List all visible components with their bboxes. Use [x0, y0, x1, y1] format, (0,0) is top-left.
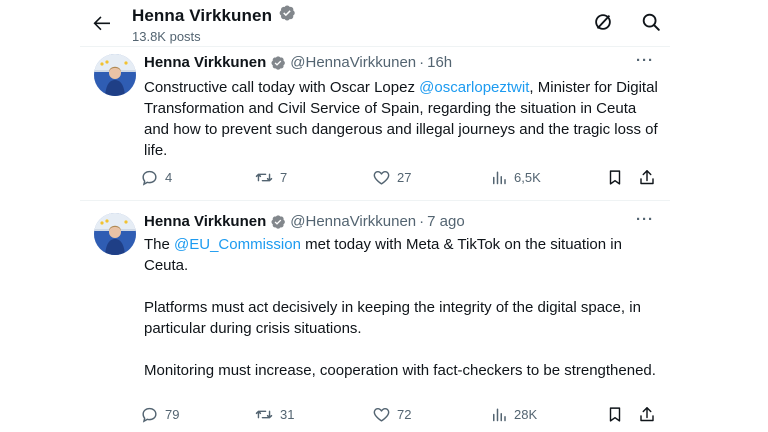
reply-icon	[140, 168, 159, 187]
views-button[interactable]: 6,5K	[490, 168, 541, 187]
like-button[interactable]: 27	[372, 168, 411, 187]
reply-icon	[140, 405, 159, 424]
view-count: 6,5K	[514, 170, 541, 185]
share-button[interactable]	[638, 405, 656, 424]
search-icon[interactable]	[640, 11, 662, 33]
reply-count: 4	[165, 170, 173, 185]
heart-icon	[372, 405, 391, 424]
post-count: 13.8K posts	[132, 29, 201, 44]
like-count: 72	[397, 407, 412, 422]
tweet-actions: 4 7 27 6,5K	[140, 168, 660, 190]
tweet-text-part: The	[144, 236, 175, 253]
mention-link[interactable]: @EU_Commission	[174, 236, 301, 253]
heart-icon	[372, 168, 391, 187]
repost-button[interactable]: 7	[254, 168, 287, 187]
tweet[interactable]: Henna Virkkunen @HennaVirkkunen · 7 ago …	[80, 201, 670, 432]
bookmark-icon	[606, 168, 624, 187]
tweet-header: Henna Virkkunen @HennaVirkkunen · 7 ago	[144, 213, 465, 230]
back-arrow-icon[interactable]	[90, 11, 114, 35]
circle-slash-icon[interactable]	[592, 11, 614, 33]
author-name[interactable]: Henna Virkkunen	[144, 213, 266, 230]
bookmark-button[interactable]	[606, 168, 624, 187]
tweet-paragraph: Platforms must act decisively in keeping…	[144, 299, 641, 337]
share-button[interactable]	[638, 168, 656, 187]
more-options-icon[interactable]: ···	[636, 52, 654, 69]
repost-count: 31	[280, 407, 295, 422]
reply-button[interactable]: 4	[140, 168, 172, 187]
page-title: Henna Virkkunen	[132, 5, 273, 25]
repost-count: 7	[280, 170, 288, 185]
separator-dot: ·	[419, 54, 425, 71]
share-icon	[638, 168, 656, 187]
like-button[interactable]: 72	[372, 405, 411, 424]
profile-header: Henna Virkkunen 13.8K posts	[0, 0, 768, 44]
tweet-text-part: Constructive call today with Oscar Lopez	[144, 79, 420, 96]
view-count: 28K	[514, 407, 538, 422]
author-handle[interactable]: @HennaVirkkunen	[290, 213, 416, 230]
tweet[interactable]: Henna Virkkunen @HennaVirkkunen · 16h ··…	[80, 47, 670, 199]
avatar[interactable]	[94, 54, 136, 96]
author-name[interactable]: Henna Virkkunen	[144, 54, 266, 71]
reply-button[interactable]: 79	[140, 405, 179, 424]
more-options-icon[interactable]: ···	[636, 211, 654, 228]
repost-button[interactable]: 31	[254, 405, 294, 424]
header-title-block: Henna Virkkunen 13.8K posts	[132, 4, 296, 44]
bookmark-button[interactable]	[606, 405, 624, 424]
author-handle[interactable]: @HennaVirkkunen	[290, 54, 416, 71]
mention-link[interactable]: @oscarlopeztwit	[419, 79, 529, 96]
repost-icon	[254, 168, 274, 187]
bookmark-icon	[606, 405, 624, 424]
share-icon	[638, 405, 656, 424]
tweet-text: The @EU_Commission met today with Meta &…	[144, 234, 664, 381]
verified-badge-icon	[270, 55, 286, 71]
separator-dot: ·	[419, 213, 425, 230]
timestamp[interactable]: 16h	[427, 54, 452, 71]
repost-icon	[254, 405, 274, 424]
avatar[interactable]	[94, 213, 136, 255]
views-icon	[490, 168, 508, 187]
views-button[interactable]: 28K	[490, 405, 537, 424]
timestamp[interactable]: 7 ago	[427, 213, 465, 230]
tweet-actions: 79 31 72 28K	[140, 405, 660, 427]
like-count: 27	[397, 170, 412, 185]
reply-count: 79	[165, 407, 180, 422]
tweet-paragraph: Monitoring must increase, cooperation wi…	[144, 362, 656, 379]
verified-badge-icon	[278, 4, 296, 27]
tweet-text: Constructive call today with Oscar Lopez…	[144, 77, 664, 161]
tweet-header: Henna Virkkunen @HennaVirkkunen · 16h	[144, 54, 452, 71]
views-icon	[490, 405, 508, 424]
verified-badge-icon	[270, 214, 286, 230]
